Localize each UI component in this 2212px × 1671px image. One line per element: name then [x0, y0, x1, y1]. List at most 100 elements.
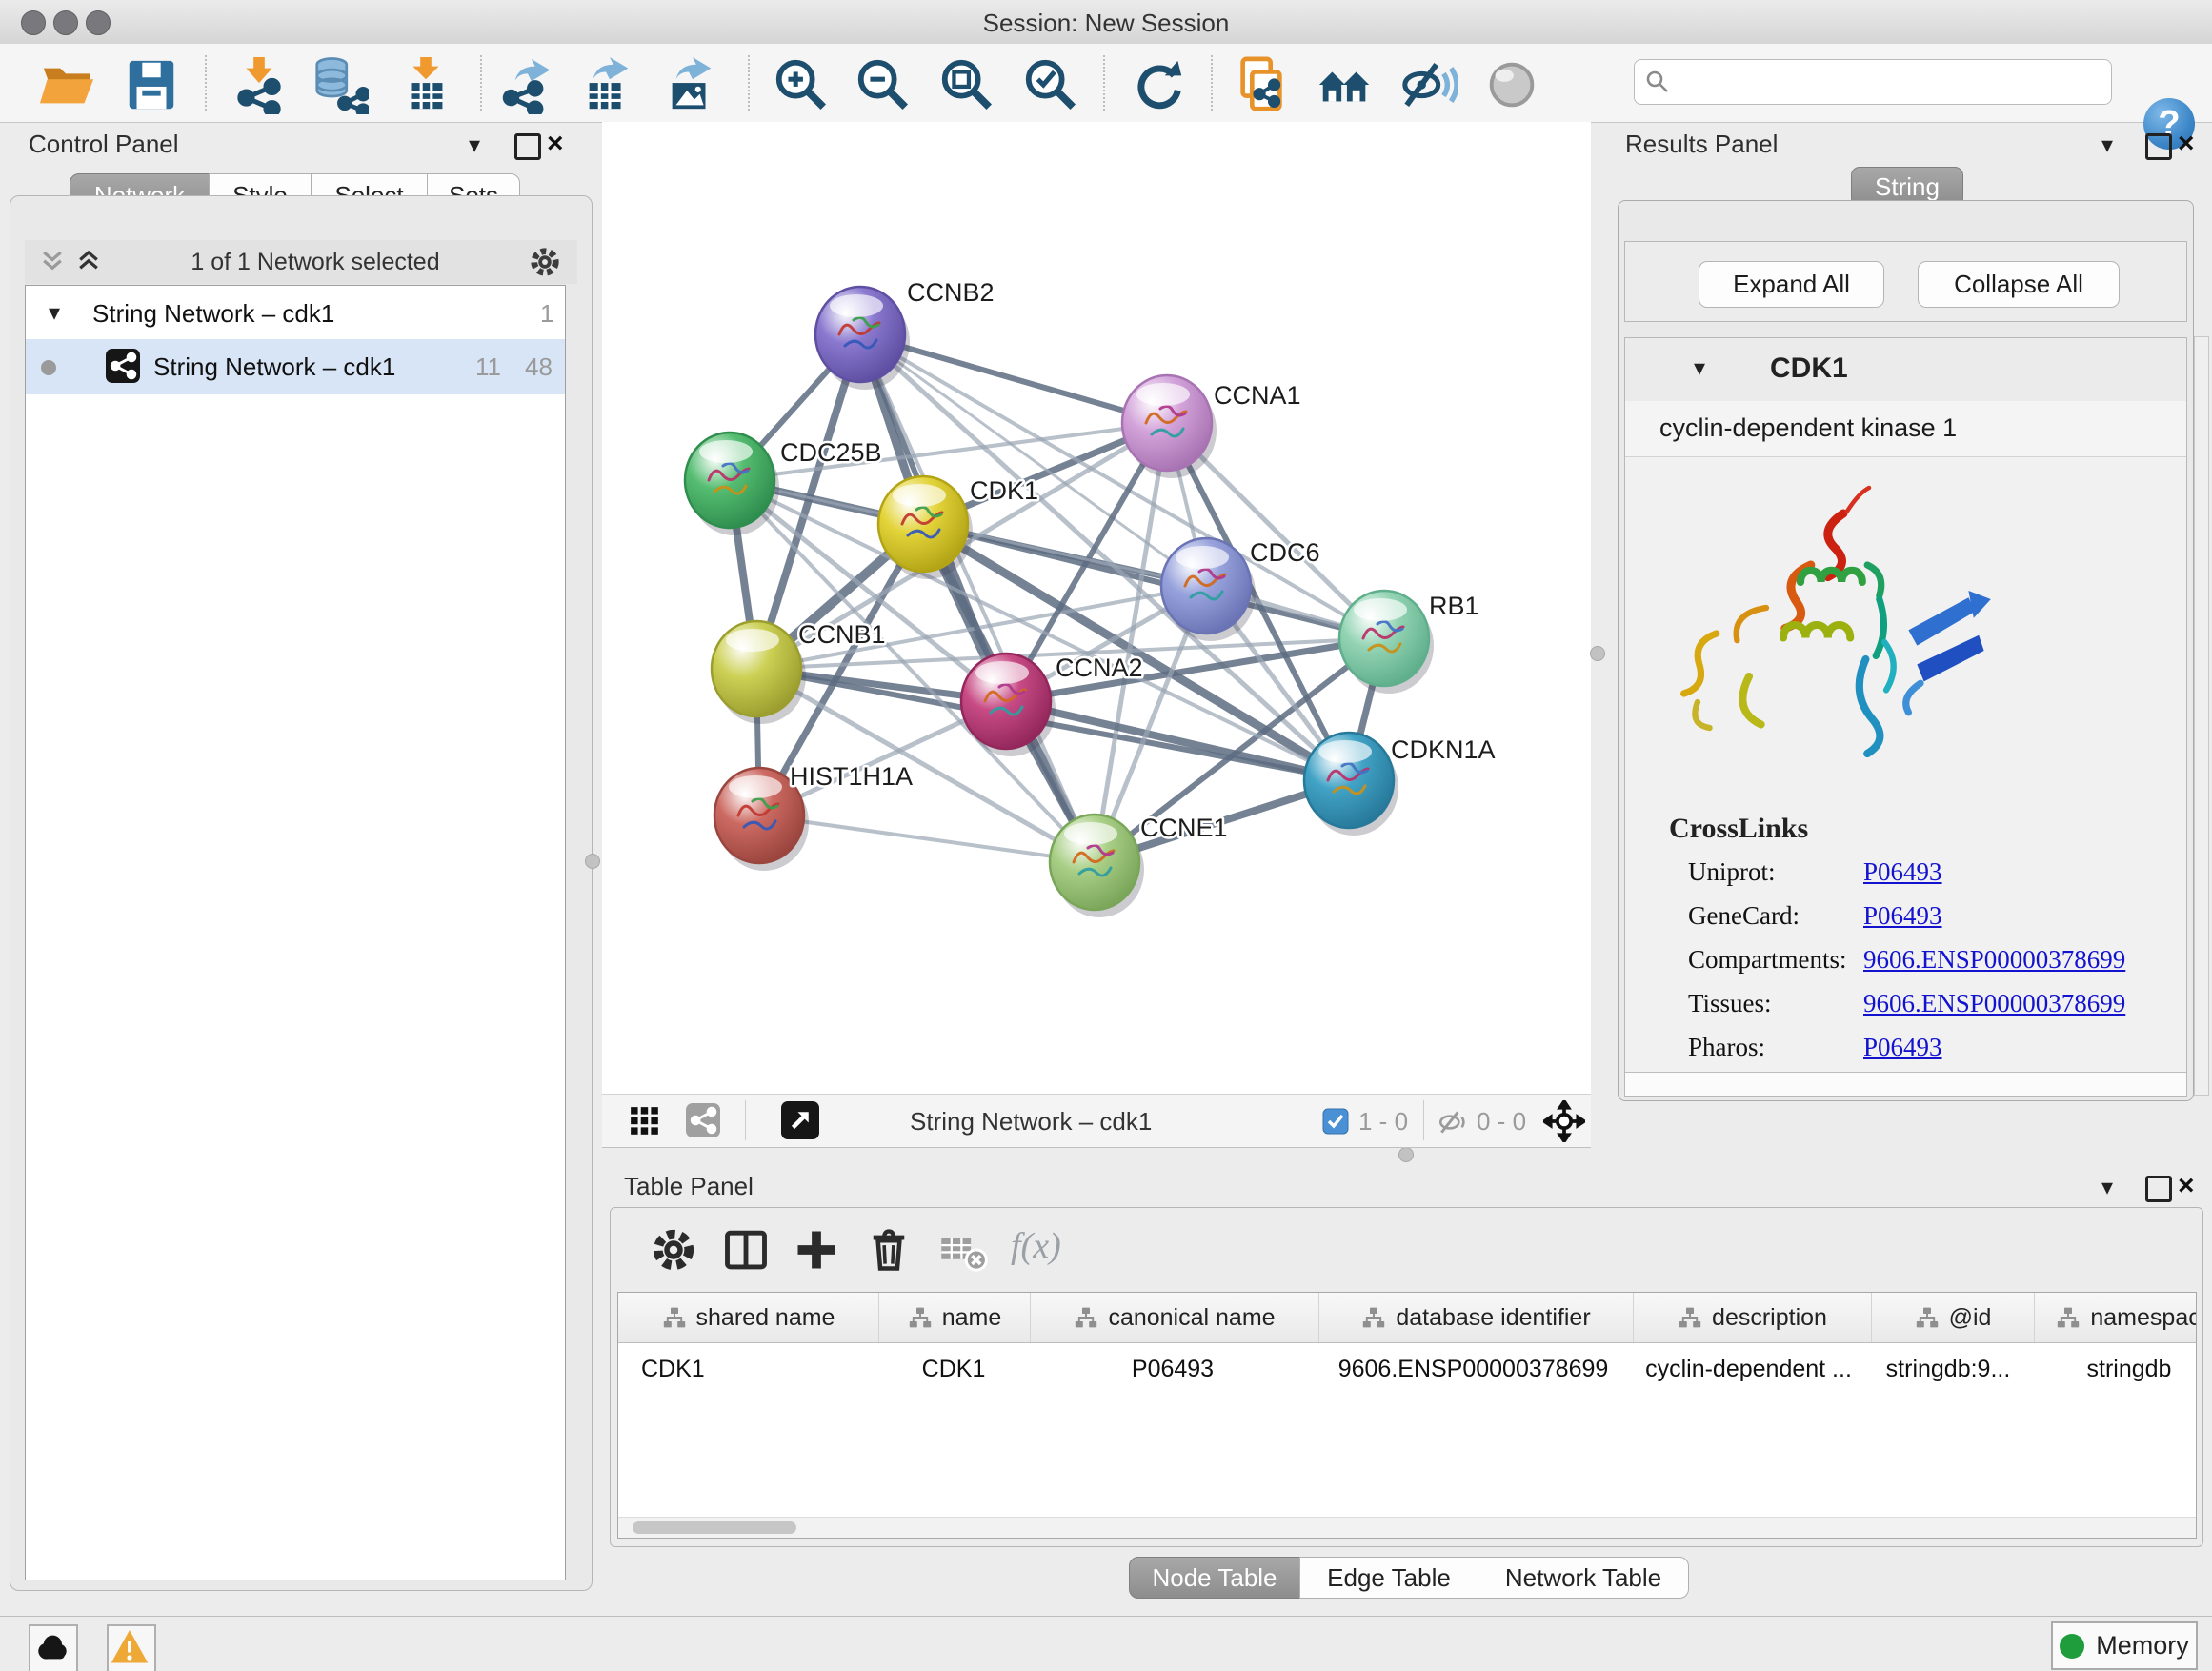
zoom-selected-icon[interactable] — [1021, 55, 1080, 114]
import-network-icon[interactable] — [230, 55, 289, 114]
network-edge-CCNE1-HIST1H1A[interactable] — [759, 815, 1095, 862]
network-node-CDKN1A[interactable] — [1304, 733, 1398, 836]
network-node-CDC25B[interactable] — [685, 433, 779, 535]
column-header-database-identifier[interactable]: database identifier — [1319, 1293, 1634, 1342]
network-node-CDK1[interactable] — [878, 476, 973, 579]
grid-view-icon[interactable] — [629, 1105, 661, 1137]
table-cell[interactable]: stringdb — [2029, 1343, 2197, 1395]
hidden-eye-icon[interactable] — [1437, 1106, 1469, 1138]
gene-collapse-icon[interactable]: ▾ — [1694, 354, 1705, 382]
network-row-selected[interactable]: String Network – cdk1 11 48 — [26, 339, 565, 394]
control-panel-close-icon[interactable]: × — [547, 128, 564, 160]
delete-column-icon[interactable] — [864, 1225, 914, 1275]
import-table-icon[interactable] — [396, 55, 455, 114]
table-cell[interactable]: CDK1 — [618, 1343, 878, 1395]
detach-view-icon[interactable] — [781, 1101, 819, 1139]
crosslink-link[interactable]: 9606.ENSP00000378699 — [1863, 989, 2125, 1018]
cytoscape-window: Session: New Session ? Control Panel — [0, 0, 2212, 1671]
table-panel-title: Table Panel — [624, 1172, 754, 1201]
crosslink-link[interactable]: 9606.ENSP00000378699 — [1863, 945, 2125, 975]
control-panel-float-icon[interactable] — [514, 133, 541, 160]
birdseye-view-icon[interactable] — [1316, 55, 1375, 114]
gene-symbol: CDK1 — [1770, 352, 1848, 385]
column-header-namespace[interactable]: namespace — [2035, 1293, 2197, 1342]
selected-checkbox-icon[interactable] — [1322, 1108, 1349, 1135]
control-panel-menu-icon[interactable]: ▾ — [469, 131, 480, 159]
export-table-icon[interactable] — [578, 55, 637, 114]
column-header-name[interactable]: name — [879, 1293, 1031, 1342]
table-cell[interactable]: CDK1 — [878, 1343, 1029, 1395]
table-hscroll-thumb[interactable] — [633, 1521, 796, 1534]
show-graphics-details-icon[interactable] — [1482, 55, 1541, 114]
table-panel-menu-icon[interactable]: ▾ — [2101, 1174, 2113, 1201]
network-canvas[interactable]: CCNB2CCNA1CDC25BCDK1CDC6RB1CCNB1CCNA2CDK… — [602, 122, 1591, 1094]
warning-status-chip[interactable] — [107, 1624, 156, 1671]
save-session-icon[interactable] — [122, 55, 181, 114]
table-panel-float-icon[interactable] — [2145, 1176, 2172, 1202]
table-gear-icon[interactable] — [649, 1225, 698, 1275]
results-hscroll[interactable] — [1625, 1072, 2186, 1096]
table-cell[interactable]: 9606.ENSP00000378699 — [1317, 1343, 1630, 1395]
column-header-shared-name[interactable]: shared name — [618, 1293, 879, 1342]
collapse-all-button[interactable]: Collapse All — [1918, 261, 2120, 308]
network-node-CCNA2[interactable] — [961, 654, 1056, 756]
table-panel-close-icon[interactable]: × — [2178, 1170, 2195, 1202]
collapse-all-icon[interactable] — [38, 248, 67, 276]
bottom-splitter-handle[interactable] — [1398, 1147, 1414, 1162]
network-node-CCNE1[interactable] — [1050, 815, 1144, 917]
results-panel-menu-icon[interactable]: ▾ — [2101, 131, 2113, 159]
import-database-icon[interactable] — [310, 55, 369, 114]
zoom-in-icon[interactable] — [772, 55, 831, 114]
export-image-icon[interactable] — [661, 55, 720, 114]
results-panel-float-icon[interactable] — [2145, 133, 2172, 160]
memory-button[interactable]: Memory — [2051, 1621, 2198, 1670]
expand-all-button[interactable]: Expand All — [1699, 261, 1884, 308]
tab-node-table[interactable]: Node Table — [1129, 1557, 1300, 1599]
network-node-CCNA1[interactable] — [1122, 375, 1217, 478]
column-header-canonical-name[interactable]: canonical name — [1031, 1293, 1319, 1342]
results-panel: Results Panel ▾ × String Expand All Coll… — [1600, 122, 2212, 1160]
table-cell[interactable]: cyclin-dependent ... — [1630, 1343, 1867, 1395]
table-cell[interactable]: P06493 — [1029, 1343, 1317, 1395]
left-splitter-handle[interactable] — [585, 854, 600, 869]
crosslink-link[interactable]: P06493 — [1863, 1033, 1942, 1062]
network-collection-row[interactable]: ▾ String Network – cdk1 1 — [26, 286, 565, 341]
delete-table-icon[interactable] — [938, 1225, 988, 1275]
column-header-description[interactable]: description — [1634, 1293, 1872, 1342]
add-column-icon[interactable] — [792, 1225, 841, 1275]
network-selection-status-bar: 1 of 1 Network selected — [25, 240, 577, 284]
tab-edge-table[interactable]: Edge Table — [1299, 1557, 1478, 1599]
zoom-out-icon[interactable] — [854, 55, 913, 114]
table-cell[interactable]: stringdb:9... — [1867, 1343, 2029, 1395]
gear-icon[interactable] — [528, 245, 562, 279]
birdseye-toggle-icon[interactable] — [1543, 1100, 1585, 1142]
gene-header-row[interactable]: ▾ CDK1 — [1625, 338, 2186, 402]
results-panel-close-icon[interactable]: × — [2178, 128, 2195, 160]
tab-network-table[interactable]: Network Table — [1478, 1557, 1689, 1599]
function-builder-icon[interactable]: f(x) — [1011, 1225, 1061, 1267]
show-columns-icon[interactable] — [721, 1225, 771, 1275]
cloud-status-chip[interactable] — [29, 1624, 78, 1671]
open-session-icon[interactable] — [38, 55, 97, 114]
crosslink-row: Uniprot:P06493 — [1625, 857, 2186, 896]
network-node-RB1[interactable] — [1339, 591, 1434, 694]
table-hscrollbar[interactable] — [618, 1517, 2196, 1538]
search-input[interactable] — [1679, 64, 2101, 98]
results-scrollbar[interactable] — [2194, 336, 2209, 1096]
apply-layout-icon[interactable] — [1128, 55, 1187, 114]
table-row[interactable]: CDK1CDK1P064939606.ENSP00000378699cyclin… — [618, 1343, 2196, 1395]
network-node-CCNB2[interactable] — [815, 287, 910, 390]
column-header--id[interactable]: @id — [1872, 1293, 2035, 1342]
export-network-icon[interactable] — [496, 55, 555, 114]
network-view-icon[interactable] — [686, 1103, 720, 1137]
crosslink-link[interactable]: P06493 — [1863, 857, 1942, 887]
network-from-selection-icon[interactable] — [1232, 55, 1291, 114]
expand-all-icon[interactable] — [74, 248, 103, 276]
zoom-fit-icon[interactable] — [937, 55, 996, 114]
collection-label: String Network – cdk1 — [92, 299, 334, 329]
hide-graphics-details-icon[interactable] — [1399, 55, 1458, 114]
crosslink-link[interactable]: P06493 — [1863, 901, 1942, 931]
collection-expand-icon[interactable]: ▾ — [49, 299, 60, 327]
network-graph[interactable]: CCNB2CCNA1CDC25BCDK1CDC6RB1CCNB1CCNA2CDK… — [602, 122, 1591, 1094]
search-field[interactable] — [1634, 59, 2112, 105]
